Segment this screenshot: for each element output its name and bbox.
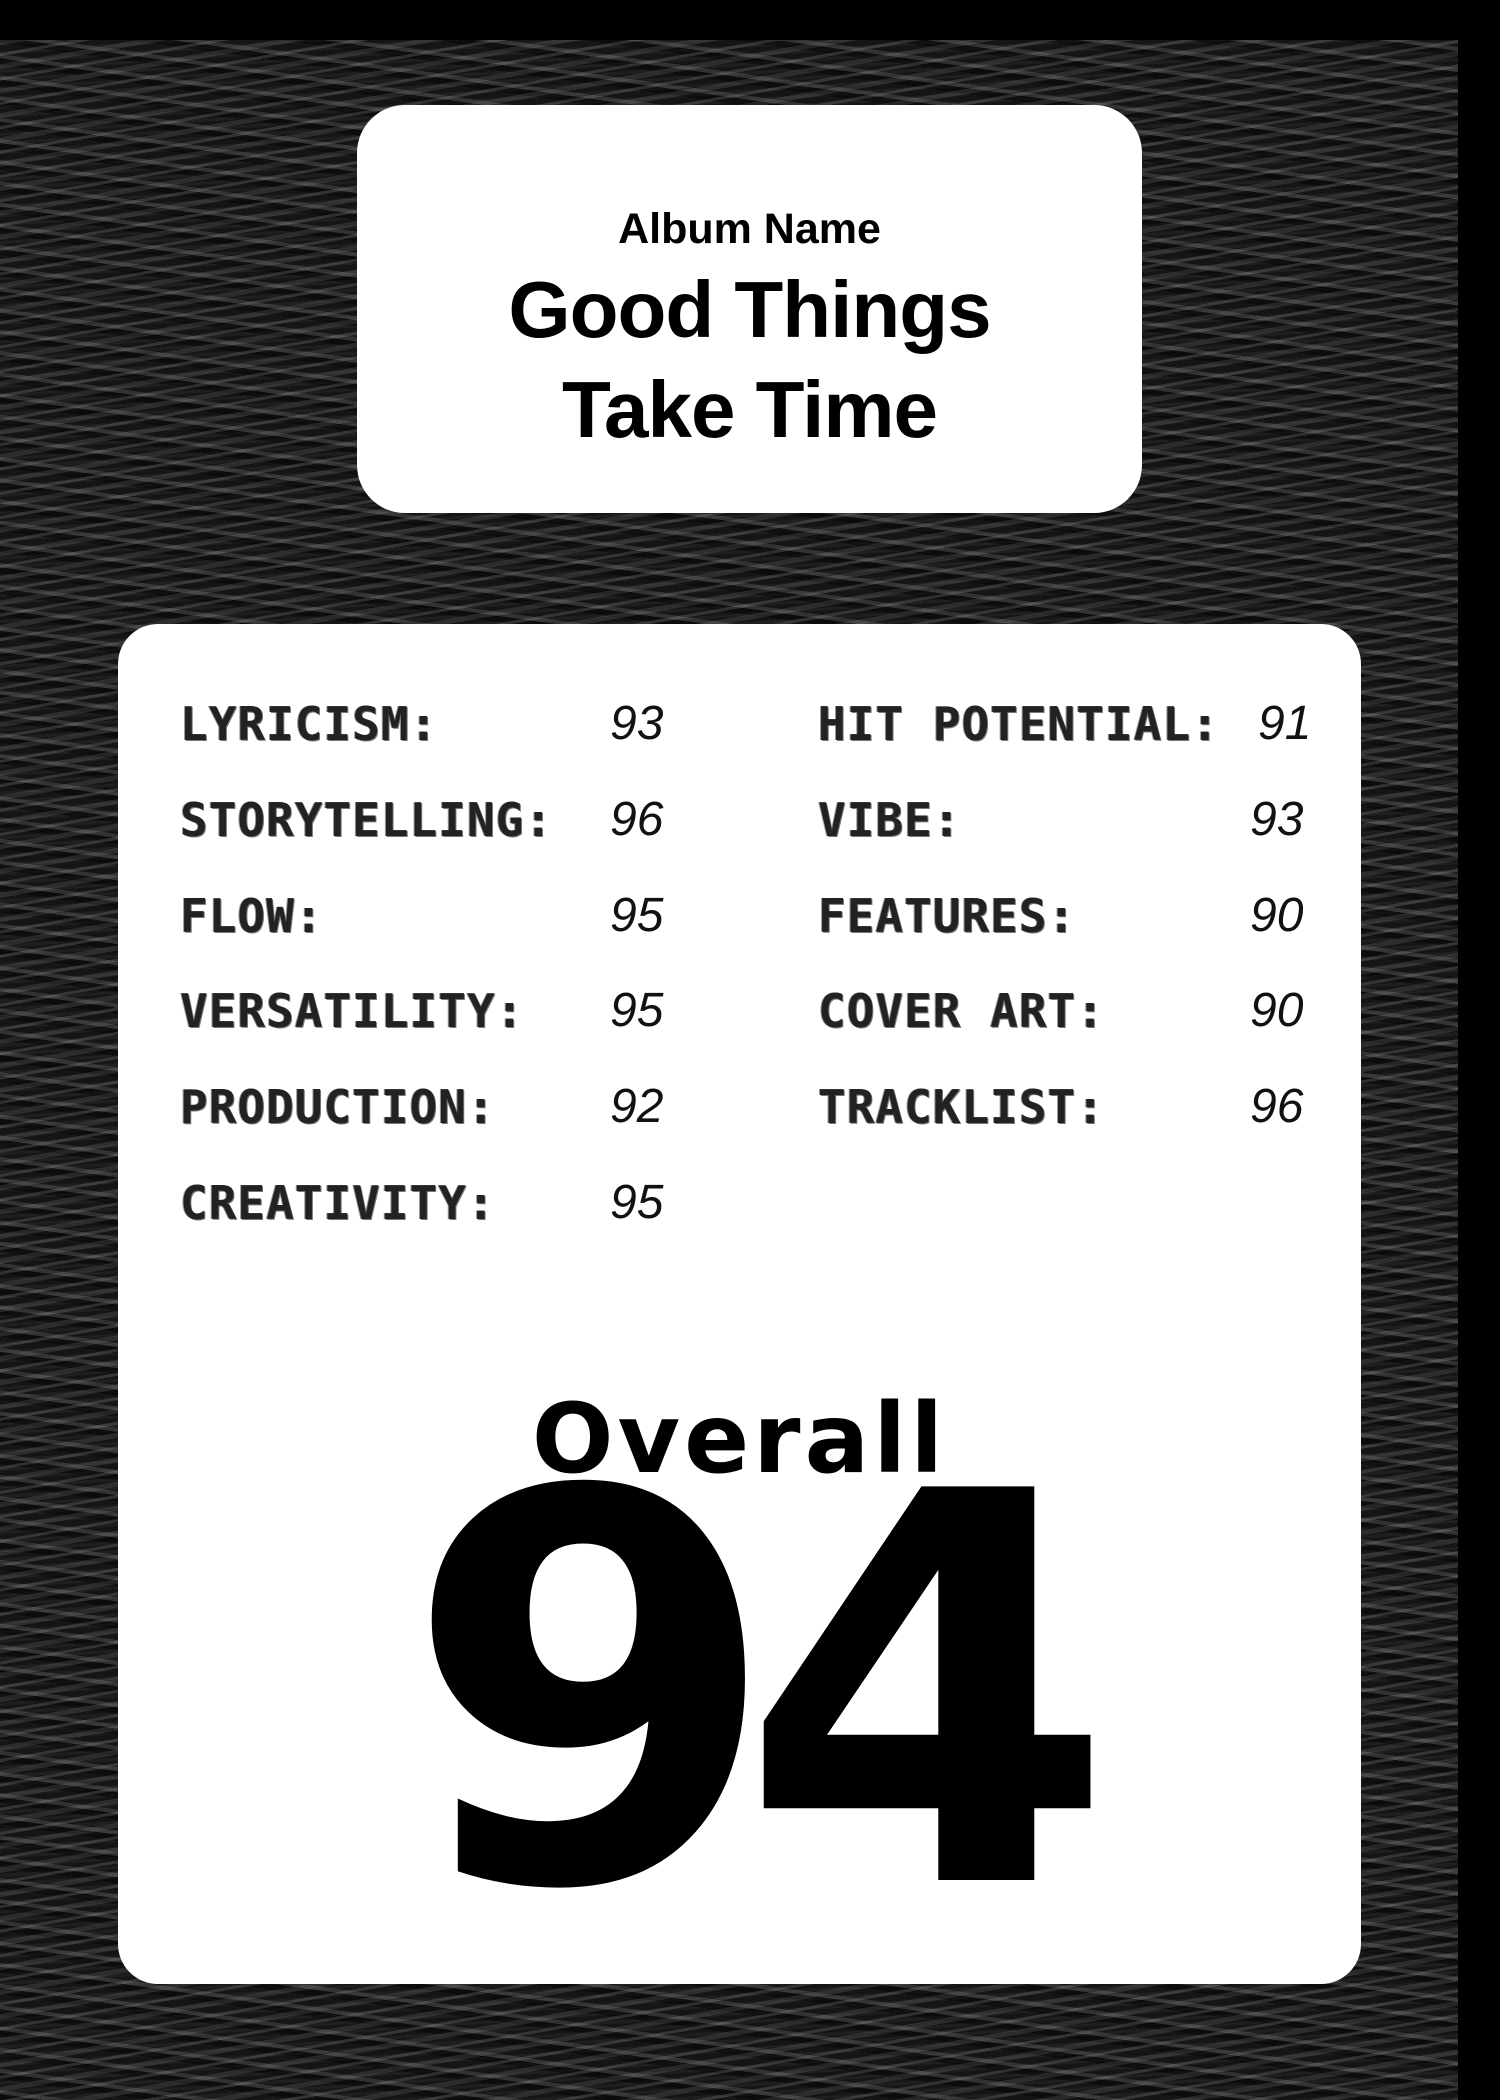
rating-label: VIBE:: [818, 793, 962, 847]
rating-label: LYRICISM:: [180, 697, 439, 751]
album-title-card: Album Name Good Things Take Time: [357, 105, 1142, 513]
rating-label: VERSATILITY:: [180, 984, 525, 1038]
rating-value: 93: [1250, 793, 1304, 846]
ratings-card: LYRICISM: 93 STORYTELLING: 96 FLOW: 95 V…: [118, 624, 1361, 1984]
rating-row-features: FEATURES: 90: [818, 886, 1338, 946]
rating-label: CREATIVITY:: [180, 1176, 496, 1230]
rating-value: 90: [1250, 984, 1304, 1037]
rating-row-production: PRODUCTION: 92: [180, 1077, 740, 1137]
rating-value: 95: [610, 889, 664, 942]
rating-label: TRACKLIST:: [818, 1080, 1105, 1134]
overall-score: 94: [403, 1380, 1115, 2008]
album-title-line-2: Take Time: [562, 365, 938, 454]
rating-row-tracklist: TRACKLIST: 96: [818, 1077, 1338, 1137]
rating-value: 93: [610, 697, 664, 750]
rating-value: 90: [1250, 889, 1304, 942]
rating-row-hit-potential: HIT POTENTIAL: 91: [818, 694, 1338, 754]
rating-row-creativity: CREATIVITY: 95: [180, 1173, 740, 1233]
rating-row-storytelling: STORYTELLING: 96: [180, 790, 740, 850]
rating-label: HIT POTENTIAL:: [818, 697, 1220, 751]
album-title: Good Things Take Time: [357, 260, 1142, 460]
rating-row-flow: FLOW: 95: [180, 886, 740, 946]
rating-value: 91: [1258, 697, 1312, 750]
rating-label: FLOW:: [180, 889, 324, 943]
rating-label: STORYTELLING:: [180, 793, 554, 847]
album-name-label: Album Name: [618, 205, 881, 253]
rating-label: PRODUCTION:: [180, 1080, 496, 1134]
rating-value: 92: [610, 1080, 664, 1133]
rating-row-versatility: VERSATILITY: 95: [180, 981, 740, 1041]
album-title-line-1: Good Things: [508, 265, 991, 354]
rating-row-lyricism: LYRICISM: 93: [180, 694, 740, 754]
rating-row-cover-art: COVER ART: 90: [818, 981, 1338, 1041]
rating-value: 95: [610, 1176, 664, 1229]
right-border: [1458, 0, 1500, 2100]
rating-label: FEATURES:: [818, 889, 1077, 943]
rating-label: COVER ART:: [818, 984, 1105, 1038]
rating-value: 96: [1250, 1080, 1304, 1133]
rating-value: 95: [610, 984, 664, 1037]
top-border: [0, 0, 1500, 40]
rating-row-vibe: VIBE: 93: [818, 790, 1338, 850]
rating-value: 96: [610, 793, 664, 846]
